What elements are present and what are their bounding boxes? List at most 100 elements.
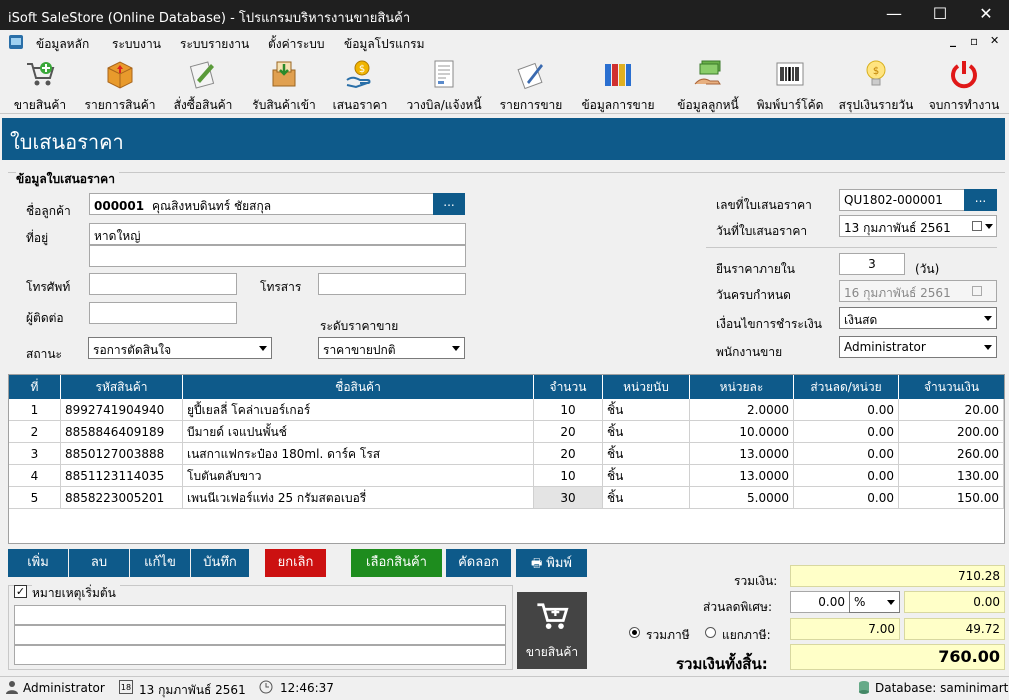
menu-program-info[interactable]: ข้อมูลโปรแกรม <box>344 35 425 54</box>
cell-amount[interactable]: 20.00 <box>899 399 1004 421</box>
cancel-button[interactable]: ยกเลิก <box>265 549 326 577</box>
remarks-line-3[interactable] <box>14 645 506 665</box>
save-button[interactable]: บันทึก <box>191 549 249 577</box>
menu-settings[interactable]: ตั้งค่าระบบ <box>268 35 325 54</box>
cell-discount[interactable]: 0.00 <box>794 465 899 487</box>
cell-discount[interactable]: 0.00 <box>794 443 899 465</box>
delete-button[interactable]: ลบ <box>69 549 129 577</box>
quote-lookup-button[interactable]: ... <box>964 189 997 211</box>
menu-master-data[interactable]: ข้อมูลหลัก <box>36 35 89 54</box>
col-header-code[interactable]: รหัสสินค้า <box>61 375 183 399</box>
cell-no[interactable]: 5 <box>9 487 61 509</box>
copy-button[interactable]: คัดลอก <box>446 549 511 577</box>
toolbar-invoice-button[interactable]: วางบิล/แจ้งหนี้ <box>406 58 482 112</box>
cell-amount[interactable]: 260.00 <box>899 443 1004 465</box>
payment-select[interactable]: เงินสด <box>839 307 997 329</box>
cell-name[interactable]: เพนนีเวเฟอร์แท่ง 25 กรัมสตอเบอรี่ <box>183 487 534 509</box>
minimize-button[interactable]: — <box>871 0 917 30</box>
address-line2-field[interactable] <box>89 245 466 267</box>
col-header-discount[interactable]: ส่วนลด/หน่วย <box>794 375 899 399</box>
cell-name[interactable]: บีมายด์ เจแปนพั้นช์ <box>183 421 534 443</box>
cell-unit[interactable]: ชิ้น <box>603 399 690 421</box>
vat-include-radio[interactable] <box>629 627 640 638</box>
toolbar-daily-summary-button[interactable]: $ สรุปเงินรายวัน <box>839 58 913 112</box>
discount-type-select[interactable]: % <box>849 591 900 613</box>
cell-name[interactable]: เนสกาแฟกระป๋อง 180ml. ดาร์ค โรส <box>183 443 534 465</box>
menu-reports[interactable]: ระบบรายงาน <box>180 35 249 54</box>
select-product-button[interactable]: เลือกสินค้า <box>351 549 442 577</box>
contact-field[interactable] <box>89 302 237 324</box>
cell-price[interactable]: 2.0000 <box>690 399 794 421</box>
cell-qty[interactable]: 20 <box>534 443 603 465</box>
cell-qty[interactable]: 20 <box>534 421 603 443</box>
toolbar-debtor-button[interactable]: ข้อมูลลูกหนี้ <box>677 58 739 112</box>
edit-button[interactable]: แก้ไข <box>130 549 190 577</box>
status-select[interactable]: รอการตัดสินใจ <box>88 337 272 359</box>
cell-unit[interactable]: ชิ้น <box>603 465 690 487</box>
print-button[interactable]: 🖶 พิมพ์ <box>516 549 587 577</box>
cell-amount[interactable]: 130.00 <box>899 465 1004 487</box>
toolbar-exit-button[interactable]: จบการทำงาน <box>929 58 999 112</box>
validity-field[interactable]: 3 <box>839 253 905 275</box>
cell-name[interactable]: ยูปี้เยลลี่ โคล่าเบอร์เกอร์ <box>183 399 534 421</box>
add-button[interactable]: เพิ่ม <box>8 549 68 577</box>
toolbar-sales-data-button[interactable]: ข้อมูลการขาย <box>581 58 655 112</box>
col-header-no[interactable]: ที่ <box>9 375 61 399</box>
remarks-line-1[interactable] <box>14 605 506 625</box>
mdi-minimize-button[interactable]: _ <box>950 33 956 47</box>
price-level-select[interactable]: ราคาขายปกติ <box>318 337 465 359</box>
customer-field[interactable]: 000001 คุณสิงหบดินทร์ ชัยสกุล <box>89 193 434 215</box>
cell-code[interactable]: 8858846409189 <box>61 421 183 443</box>
cell-amount[interactable]: 150.00 <box>899 487 1004 509</box>
sell-button[interactable]: ขายสินค้า <box>517 592 587 669</box>
cell-unit[interactable]: ชิ้น <box>603 487 690 509</box>
cell-code[interactable]: 8858223005201 <box>61 487 183 509</box>
cell-unit[interactable]: ชิ้น <box>603 443 690 465</box>
toolbar-sell-button[interactable]: ขายสินค้า <box>14 58 66 112</box>
cell-no[interactable]: 4 <box>9 465 61 487</box>
cell-code[interactable]: 8851123114035 <box>61 465 183 487</box>
cell-code[interactable]: 8850127003888 <box>61 443 183 465</box>
address-line1-field[interactable]: หาดใหญ่ <box>89 223 466 245</box>
cell-price[interactable]: 5.0000 <box>690 487 794 509</box>
col-header-qty[interactable]: จำนวน <box>534 375 603 399</box>
remarks-line-2[interactable] <box>14 625 506 645</box>
quote-date-field[interactable]: 13 กุมภาพันธ์ 2561 <box>839 215 997 237</box>
cell-name[interactable]: โบตันตลับขาว <box>183 465 534 487</box>
col-header-amount[interactable]: จำนวนเงิน <box>899 375 1004 399</box>
cell-discount[interactable]: 0.00 <box>794 421 899 443</box>
cell-code[interactable]: 8992741904940 <box>61 399 183 421</box>
fax-field[interactable] <box>318 273 466 295</box>
menu-system[interactable]: ระบบงาน <box>112 35 161 54</box>
close-button[interactable]: ✕ <box>963 0 1009 30</box>
phone-field[interactable] <box>89 273 237 295</box>
col-header-name[interactable]: ชื่อสินค้า <box>183 375 534 399</box>
maximize-button[interactable]: ☐ <box>917 0 963 30</box>
col-header-price[interactable]: หน่วยละ <box>690 375 794 399</box>
toolbar-order-button[interactable]: สั่งซื้อสินค้า <box>174 58 232 112</box>
cell-price[interactable]: 10.0000 <box>690 421 794 443</box>
cell-price[interactable]: 13.0000 <box>690 443 794 465</box>
cell-discount[interactable]: 0.00 <box>794 487 899 509</box>
cell-qty[interactable]: 10 <box>534 399 603 421</box>
vat-exclude-radio[interactable] <box>705 627 716 638</box>
col-header-unit[interactable]: หน่วยนับ <box>603 375 690 399</box>
toolbar-sales-list-button[interactable]: รายการขาย <box>500 58 562 112</box>
cell-amount[interactable]: 200.00 <box>899 421 1004 443</box>
mdi-close-button[interactable]: ✕ <box>990 34 999 47</box>
cell-unit[interactable]: ชิ้น <box>603 421 690 443</box>
remarks-checkbox[interactable]: ✓ <box>14 585 27 598</box>
cell-no[interactable]: 1 <box>9 399 61 421</box>
salesperson-select[interactable]: Administrator <box>839 336 997 358</box>
cell-no[interactable]: 2 <box>9 421 61 443</box>
cell-price[interactable]: 13.0000 <box>690 465 794 487</box>
discount-input[interactable]: 0.00 <box>790 591 850 613</box>
cell-discount[interactable]: 0.00 <box>794 399 899 421</box>
toolbar-products-button[interactable]: รายการสินค้า <box>85 58 155 112</box>
mdi-restore-button[interactable]: ▫ <box>970 34 978 48</box>
cell-no[interactable]: 3 <box>9 443 61 465</box>
customer-lookup-button[interactable]: ... <box>433 193 465 215</box>
quote-no-field[interactable]: QU1802-000001 <box>839 189 965 211</box>
cell-qty[interactable]: 30 <box>534 487 603 509</box>
toolbar-barcode-button[interactable]: พิมพ์บาร์โค้ด <box>757 58 823 112</box>
